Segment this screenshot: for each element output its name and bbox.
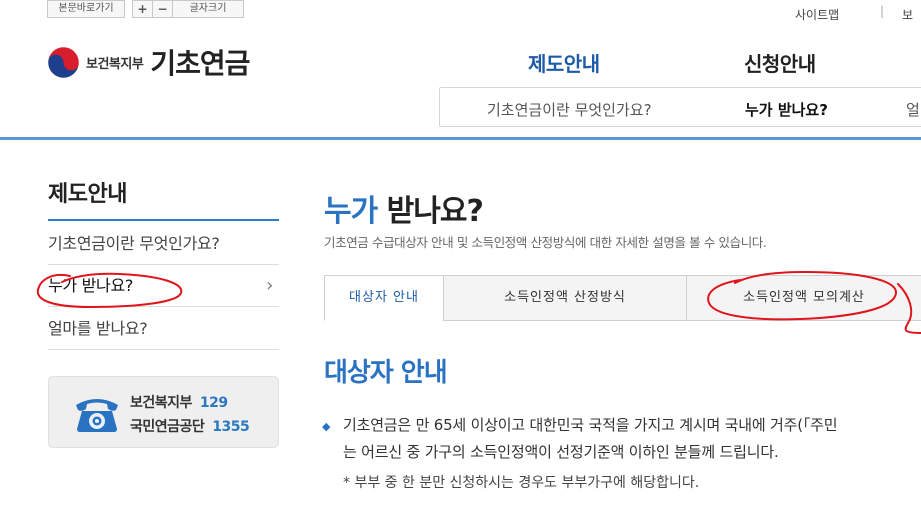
contact-box: 보건복지부 129 국민연금공단 1355 — [48, 376, 279, 448]
tab-target-guide[interactable]: 대상자 안내 — [324, 275, 444, 321]
contact-number[interactable]: 1355 — [212, 419, 249, 435]
tab-income-simulation[interactable]: 소득인정액 모의계산 — [686, 275, 921, 321]
content-tabs: 대상자 안내 소득인정액 산정방식 소득인정액 모의계산 — [324, 275, 921, 321]
ministry-name: 보건복지부 — [86, 56, 144, 72]
contact-org: 국민연금공단 — [130, 419, 205, 435]
lnb-item-what-is[interactable]: 기초연금이란 무엇인가요? — [48, 223, 279, 265]
eligibility-text-line2: 는 어르신 중 가구의 소득인정액이 선정기준액 이하인 분들께 드립니다. — [343, 443, 779, 461]
site-name: 기초연금 — [150, 47, 250, 80]
chevron-right-icon: › — [266, 275, 273, 296]
font-increase-button[interactable]: + — [133, 1, 153, 17]
submenu-item-what-is[interactable]: 기초연금이란 무엇인가요? — [487, 99, 652, 120]
taegeuk-logo-icon — [47, 45, 80, 79]
utility-link-partial[interactable]: 보 — [902, 6, 913, 23]
lnb-title-underline — [48, 219, 279, 221]
telephone-icon — [76, 399, 118, 432]
contact-row-ministry: 보건복지부 129 — [130, 392, 228, 412]
eligibility-note: * 부부 중 한 분만 신청하시는 경우도 부부가구에 해당합니다. — [343, 475, 700, 491]
gnb-item-system-guide[interactable]: 제도안내 — [528, 48, 600, 77]
page-description: 기초연금 수급대상자 안내 및 소득인정액 산정방식에 대한 자세한 설명을 볼… — [324, 235, 767, 250]
sitemap-link[interactable]: 사이트맵 — [795, 6, 839, 23]
lnb-item-label: 기초연금이란 무엇인가요? — [48, 234, 220, 253]
section-title: 대상자 안내 — [324, 358, 448, 388]
font-decrease-button[interactable]: − — [153, 1, 173, 17]
submenu-item-who-receives[interactable]: 누가 받나요? — [745, 99, 828, 120]
lnb-item-label: 누가 받나요? — [48, 276, 134, 295]
eligibility-text-line1: 기초연금은 만 65세 이상이고 대한민국 국적을 가지고 계시며 국내에 거주… — [343, 416, 838, 434]
header-divider — [0, 137, 921, 140]
page-title-rest: 받나요? — [377, 194, 484, 229]
skip-to-content-button[interactable]: 본문바로가기 — [47, 0, 125, 18]
font-size-control: + − 글자크기 — [132, 0, 244, 18]
submenu-item-partial[interactable]: 얼 — [906, 99, 920, 120]
site-logo[interactable]: 보건복지부 기초연금 — [47, 42, 250, 82]
contact-number[interactable]: 129 — [200, 395, 228, 411]
gnb-submenu: 기초연금이란 무엇인가요? 누가 받나요? 얼 — [439, 87, 921, 127]
tab-income-calculation-method[interactable]: 소득인정액 산정방식 — [443, 275, 687, 321]
font-size-label: 글자크기 — [189, 3, 227, 14]
contact-row-nps: 국민연금공단 1355 — [130, 416, 250, 436]
gnb-item-application-guide[interactable]: 신청안내 — [744, 48, 816, 77]
diamond-bullet-icon: ◆ — [322, 420, 331, 433]
lnb-item-label: 얼마를 받나요? — [48, 319, 148, 338]
lnb-title: 제도안내 — [48, 182, 127, 207]
contact-org: 보건복지부 — [130, 395, 192, 411]
page-title-highlight: 누가 — [324, 194, 378, 229]
utility-separator: | — [880, 4, 885, 18]
lnb-item-who-receives[interactable]: 누가 받나요? › — [48, 265, 279, 307]
lnb-item-how-much[interactable]: 얼마를 받나요? — [48, 308, 279, 350]
page-title: 누가 받나요? — [324, 186, 484, 230]
